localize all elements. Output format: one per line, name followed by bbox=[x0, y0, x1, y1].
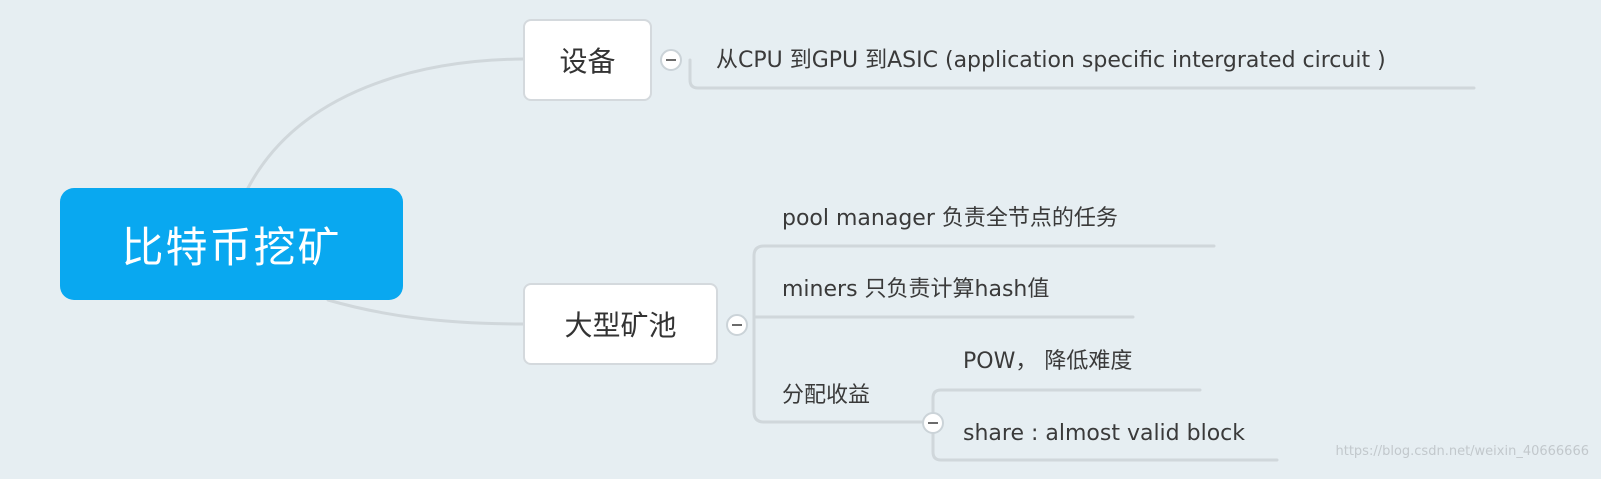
miners-label[interactable]: miners 只负责计算hash值 bbox=[782, 279, 1049, 301]
collapse-reward-button[interactable] bbox=[922, 412, 944, 434]
share-label[interactable]: share : almost valid block bbox=[963, 423, 1245, 445]
watermark: https://blog.csdn.net/weixin_40666666 bbox=[1335, 444, 1589, 459]
minus-icon bbox=[732, 324, 742, 326]
minus-icon bbox=[928, 422, 938, 424]
connector-root-pool bbox=[326, 298, 525, 326]
branch-node-pool-label: 大型矿池 bbox=[564, 309, 677, 342]
collapse-pool-button[interactable] bbox=[726, 314, 748, 336]
branch-node-equipment-label: 设备 bbox=[559, 45, 616, 78]
connector-reward-children bbox=[931, 388, 1202, 424]
equipment-child-label[interactable]: 从CPU 到GPU 到ASIC (application specific in… bbox=[716, 50, 1386, 72]
root-node[interactable]: 比特币挖矿 bbox=[60, 188, 403, 300]
branch-node-pool[interactable]: 大型矿池 bbox=[523, 283, 718, 365]
pool-manager-label[interactable]: pool manager 负责全节点的任务 bbox=[782, 208, 1118, 230]
pow-label[interactable]: POW， 降低难度 bbox=[963, 351, 1132, 373]
reward-label[interactable]: 分配收益 bbox=[782, 385, 870, 407]
root-node-label: 比特币挖矿 bbox=[121, 222, 342, 272]
branch-node-equipment[interactable]: 设备 bbox=[523, 19, 652, 101]
minus-icon bbox=[666, 59, 676, 61]
collapse-equipment-button[interactable] bbox=[660, 49, 682, 71]
connector-root-equipment bbox=[246, 57, 525, 190]
